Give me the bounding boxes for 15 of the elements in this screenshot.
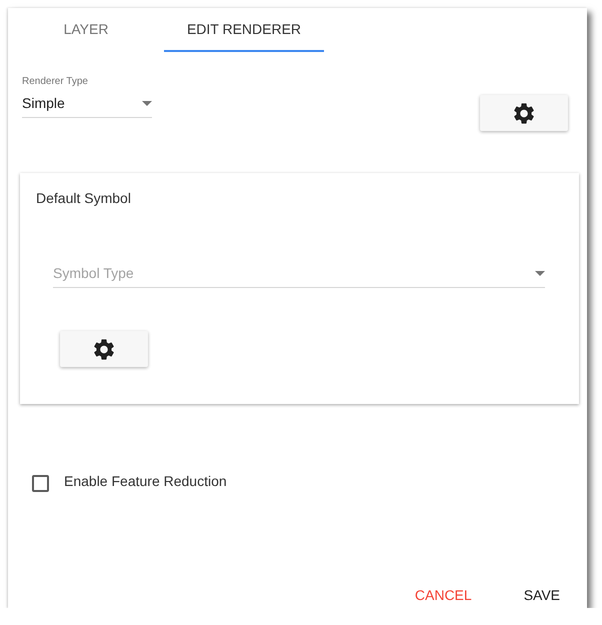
- settings-icon: [94, 338, 114, 360]
- tab[interactable]: EDIT RENDERER: [164, 8, 324, 52]
- settings-button[interactable]: [60, 331, 148, 367]
- caret-icon: [535, 271, 545, 276]
- save-button[interactable]: SAVE: [524, 582, 560, 608]
- cancel-button[interactable]: CANCEL: [414, 582, 472, 608]
- settings-icon: [514, 102, 534, 124]
- renderer-type-dropdown[interactable]: Simple: [22, 90, 152, 118]
- field-label: Renderer Type: [22, 76, 89, 88]
- card-title: Default Symbol: [36, 189, 131, 207]
- tab[interactable]: LAYER: [8, 8, 164, 52]
- checkbox-label: Enable Feature Reduction: [64, 472, 227, 491]
- settings-button[interactable]: [480, 95, 568, 131]
- caret-icon: [142, 101, 152, 106]
- checkbox[interactable]: [32, 474, 49, 492]
